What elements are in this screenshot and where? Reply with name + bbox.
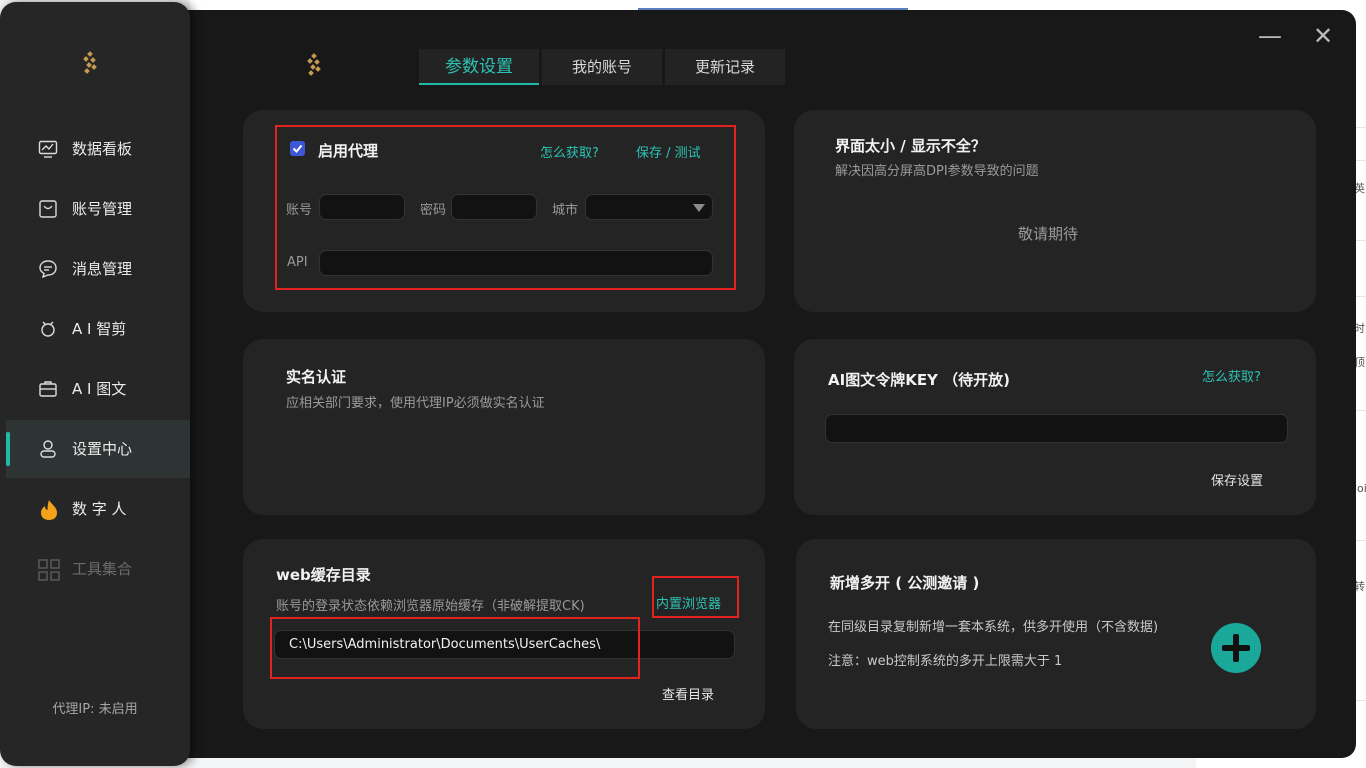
add-instance-button[interactable] <box>1211 623 1261 673</box>
realname-subtitle: 应相关部门要求，使用代理IP必须做实名认证 <box>286 396 545 411</box>
close-button[interactable]: ✕ <box>1311 24 1335 48</box>
logo-icon <box>306 53 322 78</box>
app-window: 数据看板 账号管理 消息管理 A I 智剪 A I 图文 设置中心 数 字 人 … <box>0 0 1356 768</box>
display-scaling-card: 界面太小 / 显示不全？ 解决因高分屏高DPI参数导致的问题 敬请期待 <box>794 110 1316 312</box>
chat-icon <box>38 259 58 279</box>
ai-key-card: AI图文令牌KEY （待开放) 怎么获取? 保存设置 <box>794 339 1316 515</box>
sidebar-item-label: 工具集合 <box>72 560 133 578</box>
sidebar-item-dashboard[interactable]: 数据看板 <box>6 120 190 178</box>
sidebar-item-label: A I 图文 <box>72 380 127 398</box>
web-cache-subtitle: 账号的登录状态依赖浏览器原始缓存（非破解提取CK) <box>276 599 585 614</box>
sidebar-item-label: 数 字 人 <box>72 500 127 518</box>
proxy-ip-status: 代理IP: 未启用 <box>52 702 138 717</box>
ai-key-input[interactable] <box>825 414 1288 443</box>
tab-params[interactable]: 参数设置 <box>419 49 539 85</box>
sidebar-item-accounts[interactable]: 账号管理 <box>6 180 190 238</box>
view-directory-button[interactable]: 查看目录 <box>662 684 714 703</box>
tab-changelog[interactable]: 更新记录 <box>665 49 785 85</box>
briefcase-icon <box>38 379 58 399</box>
sidebar-item-label: A I 智剪 <box>72 320 127 338</box>
multi-instance-title: 新增多开 ( 公测邀请 ) <box>830 574 980 592</box>
sidebar-item-settings[interactable]: 设置中心 <box>6 420 190 478</box>
tab-my-account[interactable]: 我的账号 <box>542 49 662 85</box>
multi-instance-note: 注意：web控制系统的多开上限需大于 1 <box>828 654 1063 669</box>
coming-soon-text: 敬请期待 <box>1018 225 1079 243</box>
settings-icon <box>38 439 58 459</box>
realname-card: 实名认证 应相关部门要求，使用代理IP必须做实名认证 <box>243 339 765 515</box>
display-card-subtitle: 解决因高分屏高DPI参数导致的问题 <box>835 164 1039 179</box>
bag-icon <box>38 199 58 219</box>
flame-icon <box>38 499 58 520</box>
web-cache-title: web缓存目录 <box>276 566 371 584</box>
highlight-box-browser <box>652 576 739 618</box>
multi-instance-desc: 在同级目录复制新增一套本系统，供多开使用（不含数据) <box>828 620 1159 635</box>
sidebar-item-messages[interactable]: 消息管理 <box>6 240 190 298</box>
sidebar-item-digital-human[interactable]: 数 字 人 <box>6 480 190 538</box>
ai-key-save-button[interactable]: 保存设置 <box>1211 470 1263 489</box>
sidebar-item-ai-article[interactable]: A I 图文 <box>6 360 190 418</box>
sidebar-item-label: 数据看板 <box>72 140 133 158</box>
sidebar-item-tools[interactable]: 工具集合 <box>6 540 190 598</box>
sidebar-item-label: 设置中心 <box>72 440 133 458</box>
grid-icon <box>38 559 60 581</box>
display-card-title: 界面太小 / 显示不全？ <box>835 137 986 155</box>
minimize-button[interactable]: — <box>1258 24 1282 48</box>
highlight-box-path <box>270 617 640 679</box>
sidebar-item-label: 账号管理 <box>72 200 133 218</box>
highlight-box-proxy <box>275 125 736 290</box>
sidebar-item-ai-clip[interactable]: A I 智剪 <box>6 300 190 358</box>
dashboard-icon <box>38 139 58 159</box>
logo-icon <box>82 51 98 76</box>
sidebar-item-label: 消息管理 <box>72 260 133 278</box>
sidebar: 数据看板 账号管理 消息管理 A I 智剪 A I 图文 设置中心 数 字 人 … <box>0 2 190 766</box>
realname-title: 实名认证 <box>286 368 347 386</box>
multi-instance-card: 新增多开 ( 公测邀请 ) 在同级目录复制新增一套本系统，供多开使用（不含数据)… <box>796 539 1316 729</box>
ai-key-how-to-get-link[interactable]: 怎么获取? <box>1202 366 1261 385</box>
scissors-icon <box>38 319 58 339</box>
ai-key-title: AI图文令牌KEY （待开放) <box>828 371 1011 389</box>
